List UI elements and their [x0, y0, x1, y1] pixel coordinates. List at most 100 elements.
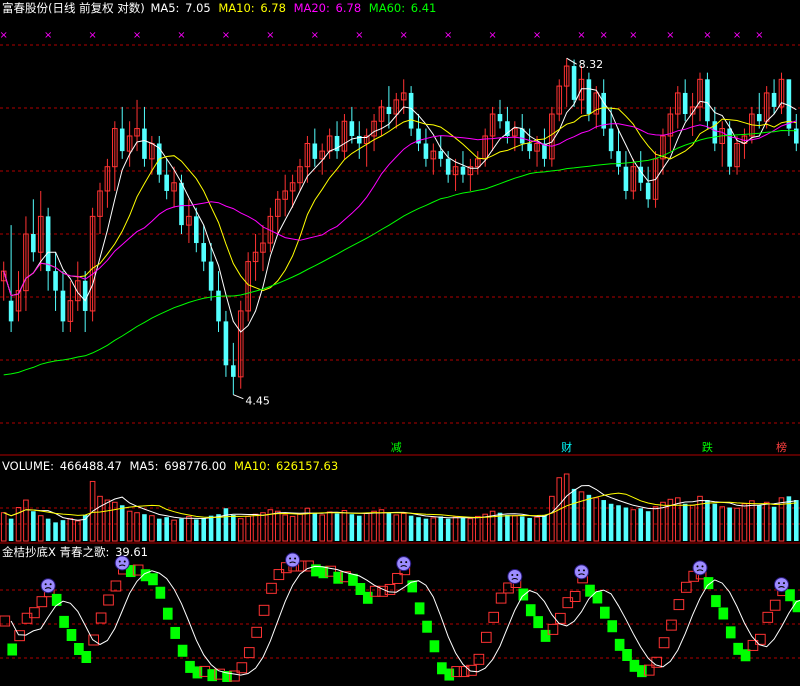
signal-marker: × [88, 30, 96, 41]
face-eye [44, 583, 47, 586]
candle-down [616, 151, 621, 167]
volume-bar [319, 514, 326, 542]
peak-face-icon [40, 578, 56, 594]
oscillator-step-down [155, 586, 166, 599]
candle-down [445, 158, 451, 175]
oscillator-step-up [673, 599, 685, 611]
face-eye [405, 561, 408, 564]
candle-down [527, 143, 532, 152]
volume-bar [149, 515, 155, 542]
face-eye [577, 569, 580, 572]
high-pointer [566, 57, 577, 65]
volume-bar [460, 517, 466, 541]
volume-ma10-label: MA10: 626157.63 [234, 459, 339, 473]
candle-down [386, 106, 392, 115]
candle-down [223, 321, 229, 366]
oscillator-step-up [569, 590, 581, 602]
oscillator-step-up [473, 653, 485, 665]
volume-bar [356, 515, 362, 541]
signal-marker: × [755, 30, 763, 41]
signal-marker: × [355, 30, 363, 41]
candle-down [179, 182, 184, 226]
volume-bar [771, 506, 777, 541]
volume-bar [623, 507, 629, 541]
oscillator-step-down [59, 615, 69, 628]
signal-marker: × [600, 30, 608, 41]
volume-bar [8, 518, 14, 541]
volume-bar [23, 499, 29, 542]
volume-bar [689, 504, 696, 542]
chart-canvas: × × × × × × × × × × × × × × × × × × × × 8.32 4.45 减 财 跌 榜 [0, 30, 800, 683]
ma60-label: MA60: 6.41 [368, 1, 437, 15]
oscillator-step-down [740, 649, 751, 662]
candle-down [164, 174, 169, 191]
volume-bar [505, 514, 510, 541]
stock-title: 富春股份(日线 前复权 对数) [2, 1, 145, 15]
volume-bar [378, 509, 385, 542]
signal-marker: × [666, 30, 674, 41]
oscillator-step-down [429, 640, 440, 653]
volume-bar [237, 518, 244, 542]
candle-down [601, 92, 606, 129]
face-eye [696, 565, 699, 568]
oscillator-step-down [444, 668, 455, 681]
candle-down [645, 182, 651, 200]
volume-bar [274, 510, 281, 542]
candle-down [45, 216, 51, 272]
volume-bar [430, 517, 437, 542]
face-eye [118, 560, 121, 563]
peak-face-icon [773, 577, 789, 593]
oscillator-step-down [785, 589, 795, 602]
candle-down [571, 66, 577, 100]
volume-bar [45, 518, 51, 541]
oscillator-step-down [362, 591, 373, 604]
signal-marker: × [133, 30, 141, 41]
oscillator-step-down [525, 604, 536, 617]
signal-marker: × [266, 30, 274, 41]
volume-bar [194, 519, 199, 541]
oscillator-step-up [14, 630, 25, 642]
oscillator-step-down [718, 607, 729, 620]
oscillator-step-up [251, 626, 262, 638]
volume-bar [386, 512, 392, 541]
volume-bar [179, 518, 184, 541]
volume-bar [186, 515, 192, 542]
candle-down [194, 216, 199, 244]
volume-bar [341, 509, 348, 542]
oscillator-step-down [162, 607, 173, 620]
volume-bar [423, 518, 429, 541]
face-eye [400, 561, 403, 564]
oscillator-step-up [666, 619, 677, 631]
ma20-label: MA20: 6.78 [293, 1, 362, 15]
volume-bar [408, 515, 414, 541]
oscillator-step-up [243, 647, 255, 659]
volume-bar [119, 505, 125, 541]
oscillator-step-down [540, 629, 551, 642]
oscillator-step-up [258, 604, 270, 616]
volume-bar [645, 511, 651, 541]
indicator-panel-header: 金桔抄底X 青春之歌: 39.61 [2, 545, 152, 559]
candle-down [8, 300, 14, 322]
oscillator-step-down [622, 649, 632, 661]
volume-bar [482, 513, 488, 542]
volume-bar [260, 512, 266, 542]
volume-bar [474, 515, 481, 542]
volume-bar [164, 517, 169, 541]
volume-bar [416, 517, 421, 541]
oscillator-step-up [762, 611, 774, 623]
volume-bar [67, 518, 74, 542]
volume-bar [794, 500, 799, 541]
peak-face-icon [285, 552, 301, 568]
candle-down [312, 143, 318, 159]
volume-bar [208, 515, 214, 541]
face-eye [701, 565, 704, 568]
volume-bar [527, 517, 532, 541]
ma10-label: MA10: 6.78 [218, 1, 286, 15]
volume-bar [171, 519, 177, 542]
ma5-label: MA5: 7.05 [150, 1, 211, 15]
stock-chart[interactable]: × × × × × × × × × × × × × × × × × × × × 8.32 4.45 减 财 跌 榜 富春股份(日线… [0, 0, 800, 683]
volume-bar [231, 514, 236, 541]
volume-bar [608, 503, 614, 541]
signal-label: 榜 [776, 440, 787, 454]
ma60-line [3, 129, 797, 376]
